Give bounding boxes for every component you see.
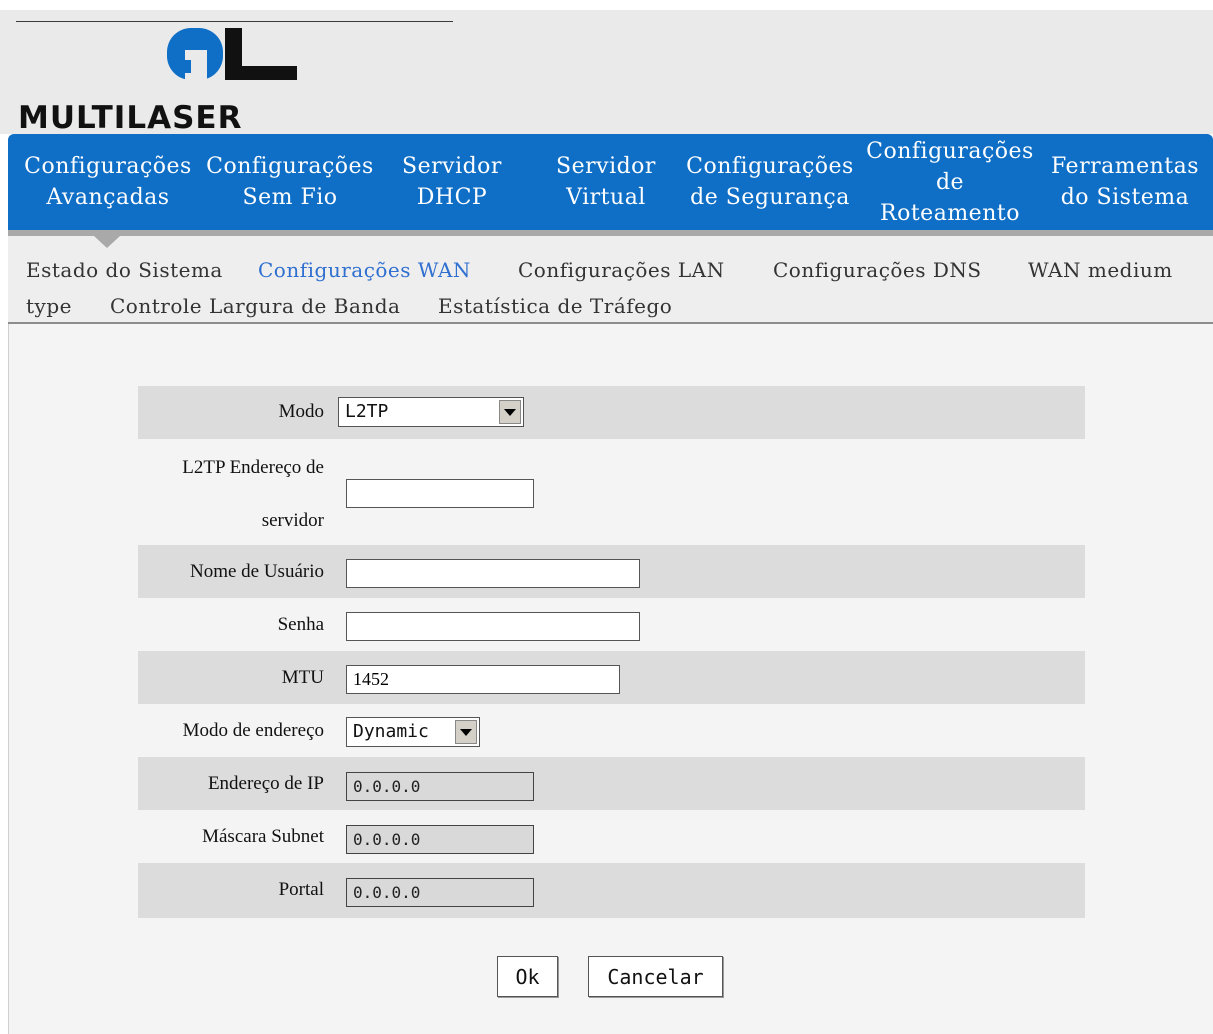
cancel-button[interactable]: Cancelar — [588, 956, 723, 997]
subnav-wan-medium-type[interactable]: WAN medium — [1028, 258, 1173, 282]
subnav-system-status[interactable]: Estado do Sistema — [26, 258, 223, 282]
multilaser-logo-icon — [167, 28, 297, 84]
nav-security-settings[interactable]: Configurações de Segurança — [678, 134, 862, 230]
subnav-dns-settings[interactable]: Configurações DNS — [773, 258, 982, 282]
active-nav-pointer-icon — [94, 236, 120, 248]
form-row-gateway: Portal — [138, 863, 1085, 918]
subnav-wan-settings[interactable]: Configurações WAN — [258, 258, 471, 282]
address-mode-label: Modo de endereço — [182, 720, 324, 741]
ip-label: Endereço de IP — [207, 773, 324, 794]
server-address-input[interactable] — [346, 479, 534, 508]
form-row-server: L2TP Endereço de servidor — [138, 439, 1085, 545]
main-nav: Configurações Avançadas Configurações Se… — [8, 134, 1213, 230]
nav-wireless-settings[interactable]: Configurações Sem Fio — [200, 134, 380, 230]
nav-virtual-server[interactable]: Servidor Virtual — [548, 134, 664, 230]
nav-system-tools[interactable]: Ferramentas do Sistema — [1040, 134, 1210, 230]
chevron-down-icon — [455, 720, 477, 744]
mtu-input[interactable] — [346, 665, 620, 694]
mode-select-value: L2TP — [345, 401, 389, 422]
mode-label: Modo — [278, 401, 324, 422]
form-row-address-mode: Modo de endereço Dynamic — [138, 704, 1085, 757]
router-admin-page: MULTILASER Configurações Avançadas Confi… — [0, 0, 1213, 1034]
gateway-label: Portal — [278, 879, 324, 900]
nav-dhcp-server[interactable]: Servidor DHCP — [392, 134, 512, 230]
address-mode-value: Dynamic — [353, 721, 429, 742]
gateway-input — [346, 878, 534, 907]
server-label-line1: L2TP Endereço de — [182, 457, 324, 478]
subnav-wan-medium-type-cont[interactable]: type — [26, 294, 72, 318]
subnav-bandwidth-control[interactable]: Controle Largura de Banda — [110, 294, 400, 318]
nav-advanced-settings[interactable]: Configurações Avançadas — [18, 134, 198, 230]
form-row-mode: Modo L2TP — [138, 386, 1085, 439]
ip-input — [346, 772, 534, 801]
form-row-username: Nome de Usuário — [138, 545, 1085, 598]
subnav-traffic-statistics[interactable]: Estatística de Tráfego — [438, 294, 672, 318]
form-row-ip: Endereço de IP — [138, 757, 1085, 810]
subnet-label: Máscara Subnet — [202, 826, 324, 847]
username-label: Nome de Usuário — [189, 561, 324, 582]
password-input[interactable] — [346, 612, 640, 641]
server-label-line2: servidor — [261, 510, 324, 531]
brand-name: MULTILASER — [18, 100, 243, 136]
subnet-input — [346, 825, 534, 854]
nav-routing-settings[interactable]: Configurações de Roteamento — [860, 134, 1040, 230]
form-row-mtu: MTU — [138, 651, 1085, 704]
password-label: Senha — [277, 614, 324, 635]
mode-select[interactable]: L2TP — [338, 397, 524, 427]
ok-button[interactable]: Ok — [497, 956, 558, 997]
chevron-down-icon — [499, 400, 521, 424]
form-row-password: Senha — [138, 598, 1085, 651]
header: MULTILASER — [0, 10, 1213, 136]
username-input[interactable] — [346, 559, 640, 588]
mtu-label: MTU — [281, 667, 324, 688]
address-mode-select[interactable]: Dynamic — [346, 717, 480, 747]
form-row-subnet: Máscara Subnet — [138, 810, 1085, 863]
subnav-lan-settings[interactable]: Configurações LAN — [518, 258, 725, 282]
